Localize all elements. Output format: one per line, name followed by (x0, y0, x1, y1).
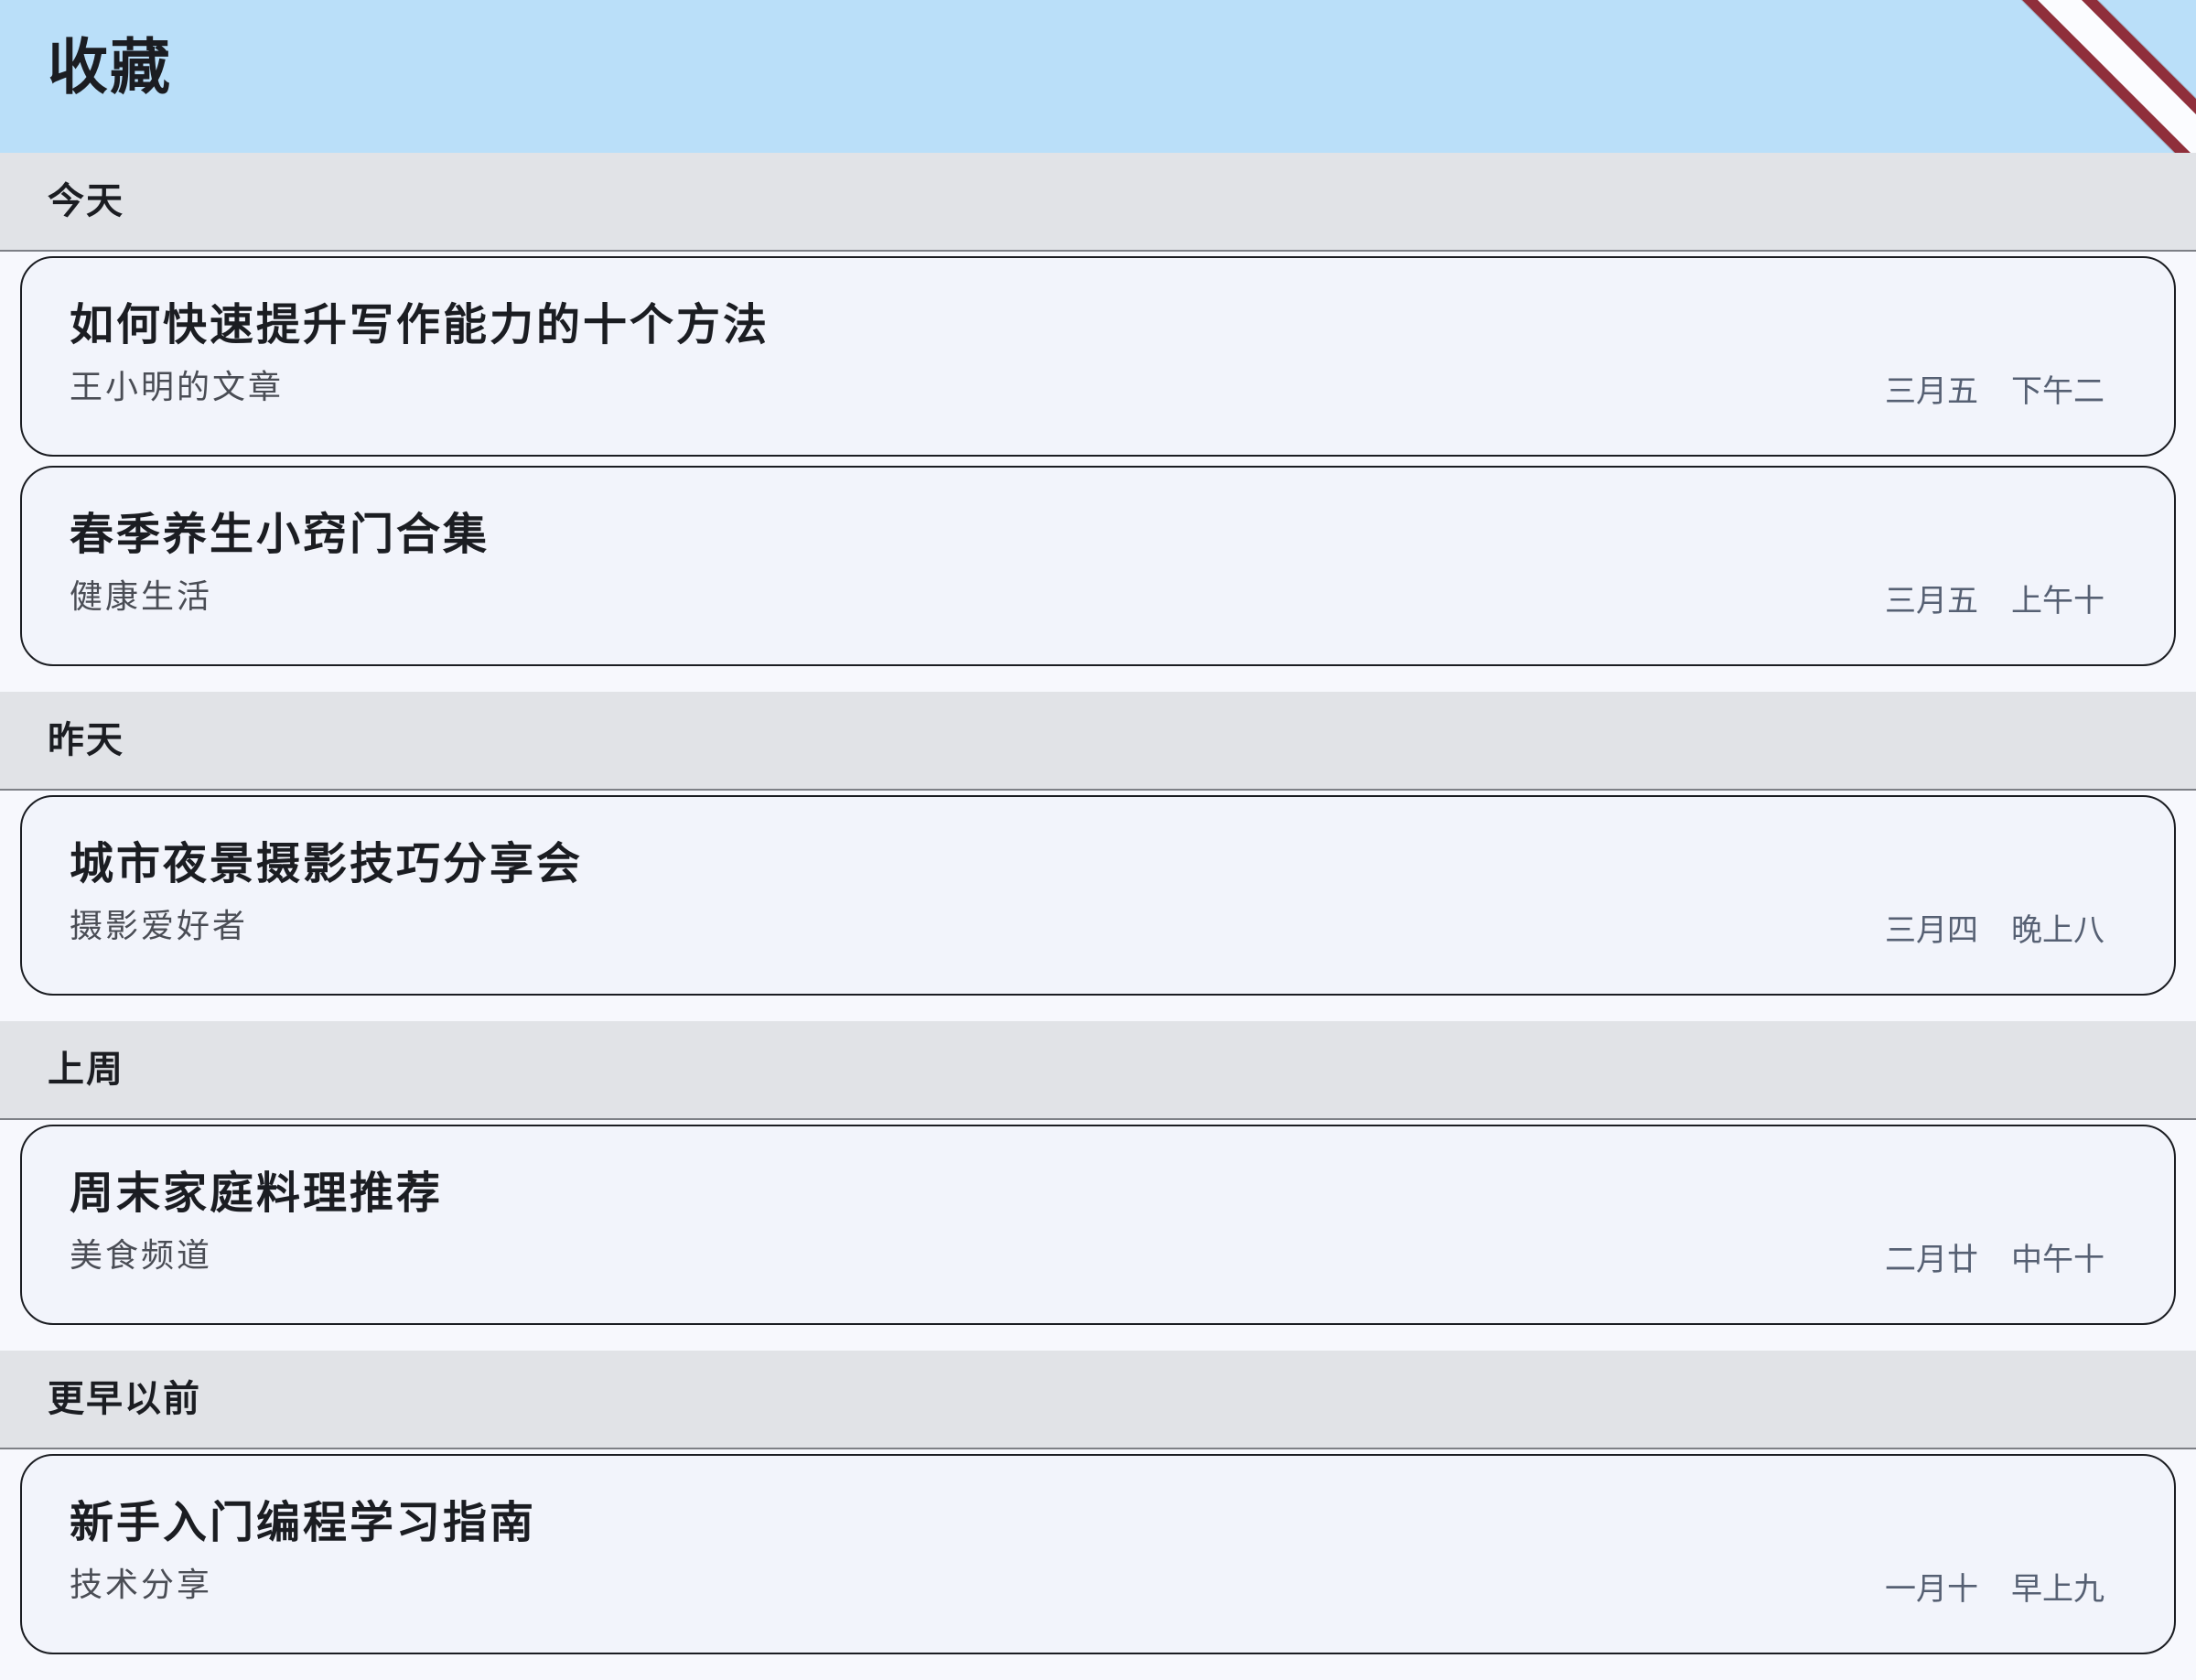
list-item[interactable]: 城市夜景摄影技巧分享会 摄影爱好者 三月四 晚上八 (20, 795, 2176, 996)
item-meta: 一月十 早上九 (1885, 1569, 2104, 1610)
item-date: 三月五 (1885, 373, 1978, 410)
section-header: 更早以前 (0, 1351, 2196, 1449)
list-item[interactable]: 如何快速提升写作能力的十个方法 王小明的文章 三月五 下午二 (20, 256, 2176, 457)
item-time: 晚上八 (2011, 912, 2104, 949)
section-label: 更早以前 (48, 1378, 201, 1420)
item-title: 春季养生小窍门合集 (70, 509, 490, 560)
section-body: 周末家庭料理推荐 美食频道 二月廿 中午十 (0, 1120, 2196, 1351)
section-yesterday: 昨天 城市夜景摄影技巧分享会 摄影爱好者 三月四 晚上八 (0, 692, 2196, 1021)
corner-ribbon (2007, 0, 2196, 153)
app-header: 收藏 (0, 0, 2196, 153)
section-label: 昨天 (48, 719, 124, 761)
section-header: 今天 (0, 153, 2196, 252)
section-label: 今天 (48, 180, 124, 222)
item-meta: 二月廿 中午十 (1885, 1240, 2104, 1280)
item-meta: 三月四 晚上八 (1885, 910, 2104, 951)
item-subtitle: 美食频道 (70, 1237, 213, 1275)
item-title: 周末家庭料理推荐 (70, 1168, 444, 1219)
section-header: 昨天 (0, 692, 2196, 791)
list-item[interactable]: 春季养生小窍门合集 健康生活 三月五 上午十 (20, 466, 2176, 666)
section-label: 上周 (48, 1049, 124, 1091)
list-item[interactable]: 周末家庭料理推荐 美食频道 二月廿 中午十 (20, 1125, 2176, 1325)
section-today: 今天 如何快速提升写作能力的十个方法 王小明的文章 三月五 下午二 春季养生小窍… (0, 153, 2196, 692)
item-meta: 三月五 上午十 (1885, 581, 2104, 621)
item-subtitle: 王小明的文章 (70, 369, 285, 406)
section-header: 上周 (0, 1021, 2196, 1120)
section-body: 新手入门编程学习指南 技术分享 一月十 早上九 (0, 1449, 2196, 1680)
list-item[interactable]: 新手入门编程学习指南 技术分享 一月十 早上九 (20, 1454, 2176, 1654)
item-title: 如何快速提升写作能力的十个方法 (70, 299, 770, 350)
section-earlier: 更早以前 新手入门编程学习指南 技术分享 一月十 早上九 (0, 1351, 2196, 1680)
page-title: 收藏 (48, 32, 172, 102)
item-subtitle: 技术分享 (70, 1567, 213, 1604)
item-date: 三月四 (1885, 912, 1978, 949)
section-last-week: 上周 周末家庭料理推荐 美食频道 二月廿 中午十 (0, 1021, 2196, 1351)
section-body: 如何快速提升写作能力的十个方法 王小明的文章 三月五 下午二 春季养生小窍门合集… (0, 252, 2196, 692)
item-date: 一月十 (1885, 1571, 1978, 1608)
item-subtitle: 摄影爱好者 (70, 908, 249, 945)
item-meta: 三月五 下午二 (1885, 372, 2104, 412)
item-subtitle: 健康生活 (70, 578, 213, 616)
item-title: 新手入门编程学习指南 (70, 1497, 537, 1548)
item-date: 三月五 (1885, 583, 1978, 619)
item-time: 上午十 (2011, 583, 2104, 619)
item-time: 下午二 (2011, 373, 2104, 410)
item-date: 二月廿 (1885, 1242, 1978, 1278)
section-body: 城市夜景摄影技巧分享会 摄影爱好者 三月四 晚上八 (0, 791, 2196, 1021)
item-title: 城市夜景摄影技巧分享会 (70, 838, 584, 889)
favorites-list: 今天 如何快速提升写作能力的十个方法 王小明的文章 三月五 下午二 春季养生小窍… (0, 153, 2196, 1680)
item-time: 早上九 (2011, 1571, 2104, 1608)
item-time: 中午十 (2011, 1242, 2104, 1278)
